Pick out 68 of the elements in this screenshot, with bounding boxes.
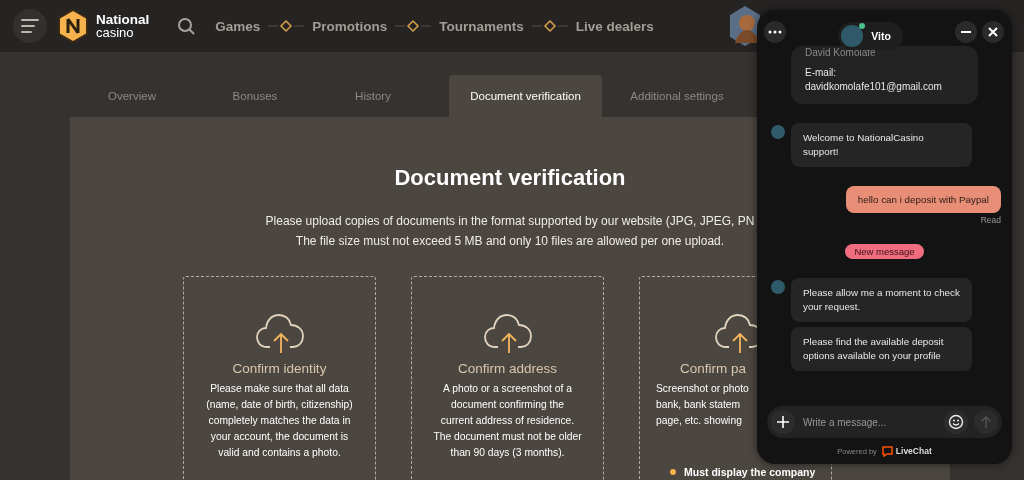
upload-card[interactable]: Confirm address A photo or a screenshot of a document confirming the current address of residence. The document must not be older than 90 days (3 months). [411, 276, 604, 480]
attach-button[interactable] [771, 410, 795, 434]
info-text: davidkomolafe101@gmail.com [805, 80, 943, 94]
cloud-upload-icon [254, 311, 305, 355]
tab[interactable]: Additional settings [602, 75, 752, 117]
tab[interactable]: Bonuses [194, 75, 316, 117]
card-text: (name, date of birth, citizenship) [206, 398, 353, 412]
message-bubble: Please allow me a moment to check your request. [791, 278, 972, 322]
card-title: Confirm identity [232, 361, 327, 376]
info-text: E-mail: [805, 66, 838, 80]
bullet-text: Must display the company [684, 466, 816, 478]
nav-link[interactable]: Tournaments [439, 18, 524, 34]
plus-icon [777, 416, 789, 428]
nav-link[interactable]: Live dealers [575, 18, 654, 34]
card-text: Screenshot or photo [656, 382, 749, 396]
brand-name: LiveChat [895, 446, 932, 456]
avatar-icon[interactable] [728, 5, 762, 47]
tab[interactable]: Document verification [449, 75, 602, 117]
info-text: David Komolafe [805, 46, 877, 60]
card-title: Confirm pa [680, 361, 747, 376]
arrow-up-icon [980, 415, 992, 429]
card-text: A photo or a screenshot of a [443, 382, 572, 396]
card-text: than 90 days (3 months). [450, 446, 565, 460]
minimize-icon [960, 31, 972, 33]
intro-text: Please upload copies of documents in the format supported by our website (JPG, JPEG, PN [265, 214, 755, 229]
card-text: completely matches the data in [208, 414, 351, 428]
close-button[interactable] [982, 21, 1004, 43]
message-bubble: Welcome to NationalCasino support! [791, 123, 972, 167]
diamond-icon [531, 18, 568, 34]
menu-button[interactable] [13, 9, 47, 43]
card-text: valid and contains a photo. [218, 446, 341, 460]
minimize-button[interactable] [955, 21, 977, 43]
search-icon [177, 17, 196, 35]
agent-name: Vito [871, 30, 891, 42]
more-icon [768, 30, 782, 34]
card-text: Please make sure that all data [210, 382, 349, 396]
read-status: Read [980, 215, 1001, 225]
upload-card[interactable]: Confirm identity Please make sure that all data (name, date of birth, citizenship) completely matches the data in your account, the document is valid and contains a photo. [183, 276, 376, 480]
tab[interactable]: Overview [70, 75, 194, 117]
logo-text: National [96, 13, 150, 26]
cloud-upload-icon [482, 311, 533, 355]
message-bubble: Please find the available deposit options available on your profile [791, 327, 972, 371]
tab[interactable]: History [316, 75, 430, 117]
logo-text: casino [96, 26, 135, 39]
chat-bubble-icon [881, 445, 893, 457]
card-text: The document must not be older [433, 430, 582, 444]
nav-link[interactable]: Games [215, 18, 261, 34]
card-text: document confirming the [451, 398, 564, 412]
card-title: Confirm address [457, 361, 557, 376]
card-text: current address of residence. [440, 414, 575, 428]
search-button[interactable] [177, 17, 196, 35]
message-bubble: hello can i deposit with Paypal [845, 186, 1001, 213]
smiley-icon [948, 414, 964, 430]
logo-icon [57, 9, 89, 43]
emoji-button[interactable] [944, 410, 968, 434]
bullet-dot [670, 469, 676, 475]
card-text: page, etc. showing [656, 414, 742, 428]
menu-icon [21, 18, 39, 34]
intro-text: The file size must not exceed 5 MB and only 10 files are allowed per one upload. [295, 234, 725, 249]
more-button[interactable] [764, 21, 786, 43]
page-title: Document verification [394, 165, 626, 191]
diamond-icon [395, 18, 432, 34]
close-icon [988, 27, 998, 37]
card-text: bank, bank statem [656, 398, 741, 412]
diamond-icon [268, 18, 305, 34]
nav-link[interactable]: Promotions [312, 18, 388, 34]
new-message-label: New message [845, 244, 924, 259]
card-text: your account, the document is [210, 430, 349, 444]
